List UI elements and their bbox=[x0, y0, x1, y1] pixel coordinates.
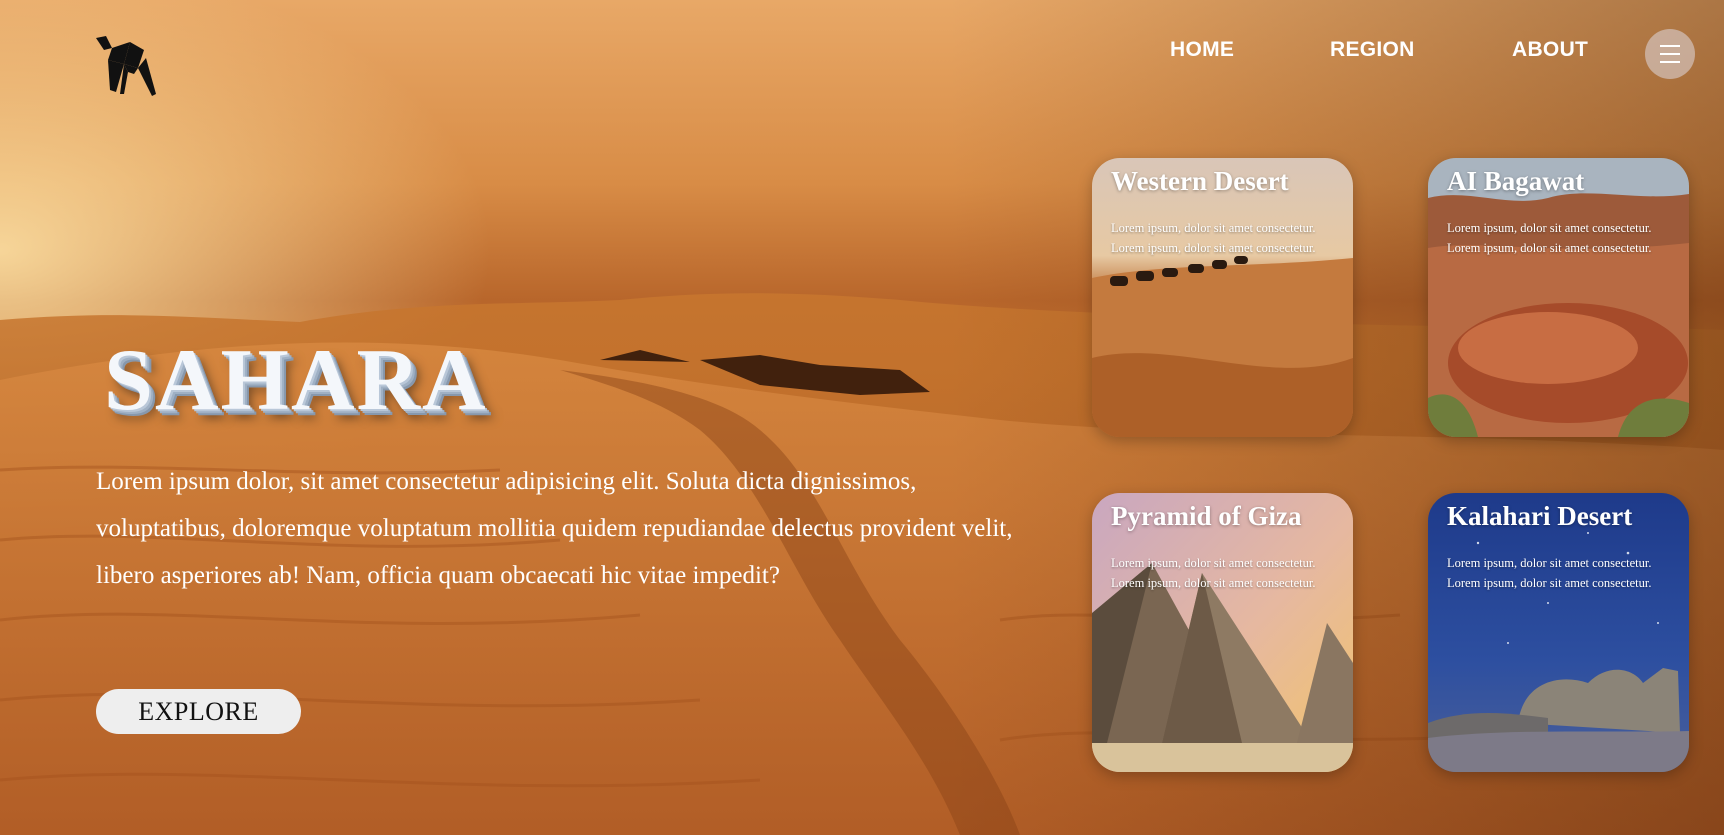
western-desert-image bbox=[1092, 158, 1353, 437]
card-text-line: Lorem ipsum, dolor sit amet consectetur. bbox=[1447, 576, 1652, 590]
nav-link-home[interactable]: HOME bbox=[1170, 38, 1234, 62]
card-text-line: Lorem ipsum, dolor sit amet consectetur. bbox=[1111, 556, 1316, 570]
card-text-line: Lorem ipsum, dolor sit amet consectetur. bbox=[1447, 556, 1652, 570]
hamburger-menu-icon bbox=[1660, 42, 1680, 66]
card-title: Western Desert bbox=[1111, 166, 1289, 196]
card-text-line: Lorem ipsum, dolor sit amet consectetur. bbox=[1111, 241, 1316, 255]
card-pyramid-of-giza[interactable]: Pyramid of Giza Lorem ipsum, dolor sit a… bbox=[1092, 493, 1353, 772]
card-text-line: Lorem ipsum, dolor sit amet consectetur. bbox=[1447, 241, 1652, 255]
card-ai-bagawat[interactable]: AI Bagawat Lorem ipsum, dolor sit amet c… bbox=[1428, 158, 1689, 437]
kalahari-desert-image bbox=[1428, 493, 1689, 772]
nav-link-about[interactable]: ABOUT bbox=[1512, 38, 1588, 62]
card-title: AI Bagawat bbox=[1447, 166, 1585, 196]
card-text-line: Lorem ipsum, dolor sit amet consectetur. bbox=[1447, 221, 1652, 235]
explore-button[interactable]: EXPLORE bbox=[96, 689, 301, 734]
card-western-desert[interactable]: Western Desert Lorem ipsum, dolor sit am… bbox=[1092, 158, 1353, 437]
card-text: Lorem ipsum, dolor sit amet consectetur.… bbox=[1111, 218, 1346, 258]
card-text: Lorem ipsum, dolor sit amet consectetur.… bbox=[1111, 553, 1346, 593]
menu-button[interactable] bbox=[1645, 29, 1695, 79]
ai-bagawat-image bbox=[1428, 158, 1689, 437]
card-title: Pyramid of Giza bbox=[1111, 501, 1302, 531]
card-text: Lorem ipsum, dolor sit amet consectetur.… bbox=[1447, 218, 1682, 258]
nav-link-region[interactable]: REGION bbox=[1330, 38, 1415, 62]
camel-logo-icon[interactable] bbox=[94, 34, 164, 96]
pyramid-of-giza-image bbox=[1092, 493, 1353, 772]
card-kalahari-desert[interactable]: Kalahari Desert Lorem ipsum, dolor sit a… bbox=[1428, 493, 1689, 772]
card-text-line: Lorem ipsum, dolor sit amet consectetur. bbox=[1111, 221, 1316, 235]
card-text: Lorem ipsum, dolor sit amet consectetur.… bbox=[1447, 553, 1682, 593]
hero-description: Lorem ipsum dolor, sit amet consectetur … bbox=[96, 468, 1013, 589]
card-title: Kalahari Desert bbox=[1447, 501, 1633, 531]
hero-title: SAHARA bbox=[104, 332, 488, 429]
card-text-line: Lorem ipsum, dolor sit amet consectetur. bbox=[1111, 576, 1316, 590]
